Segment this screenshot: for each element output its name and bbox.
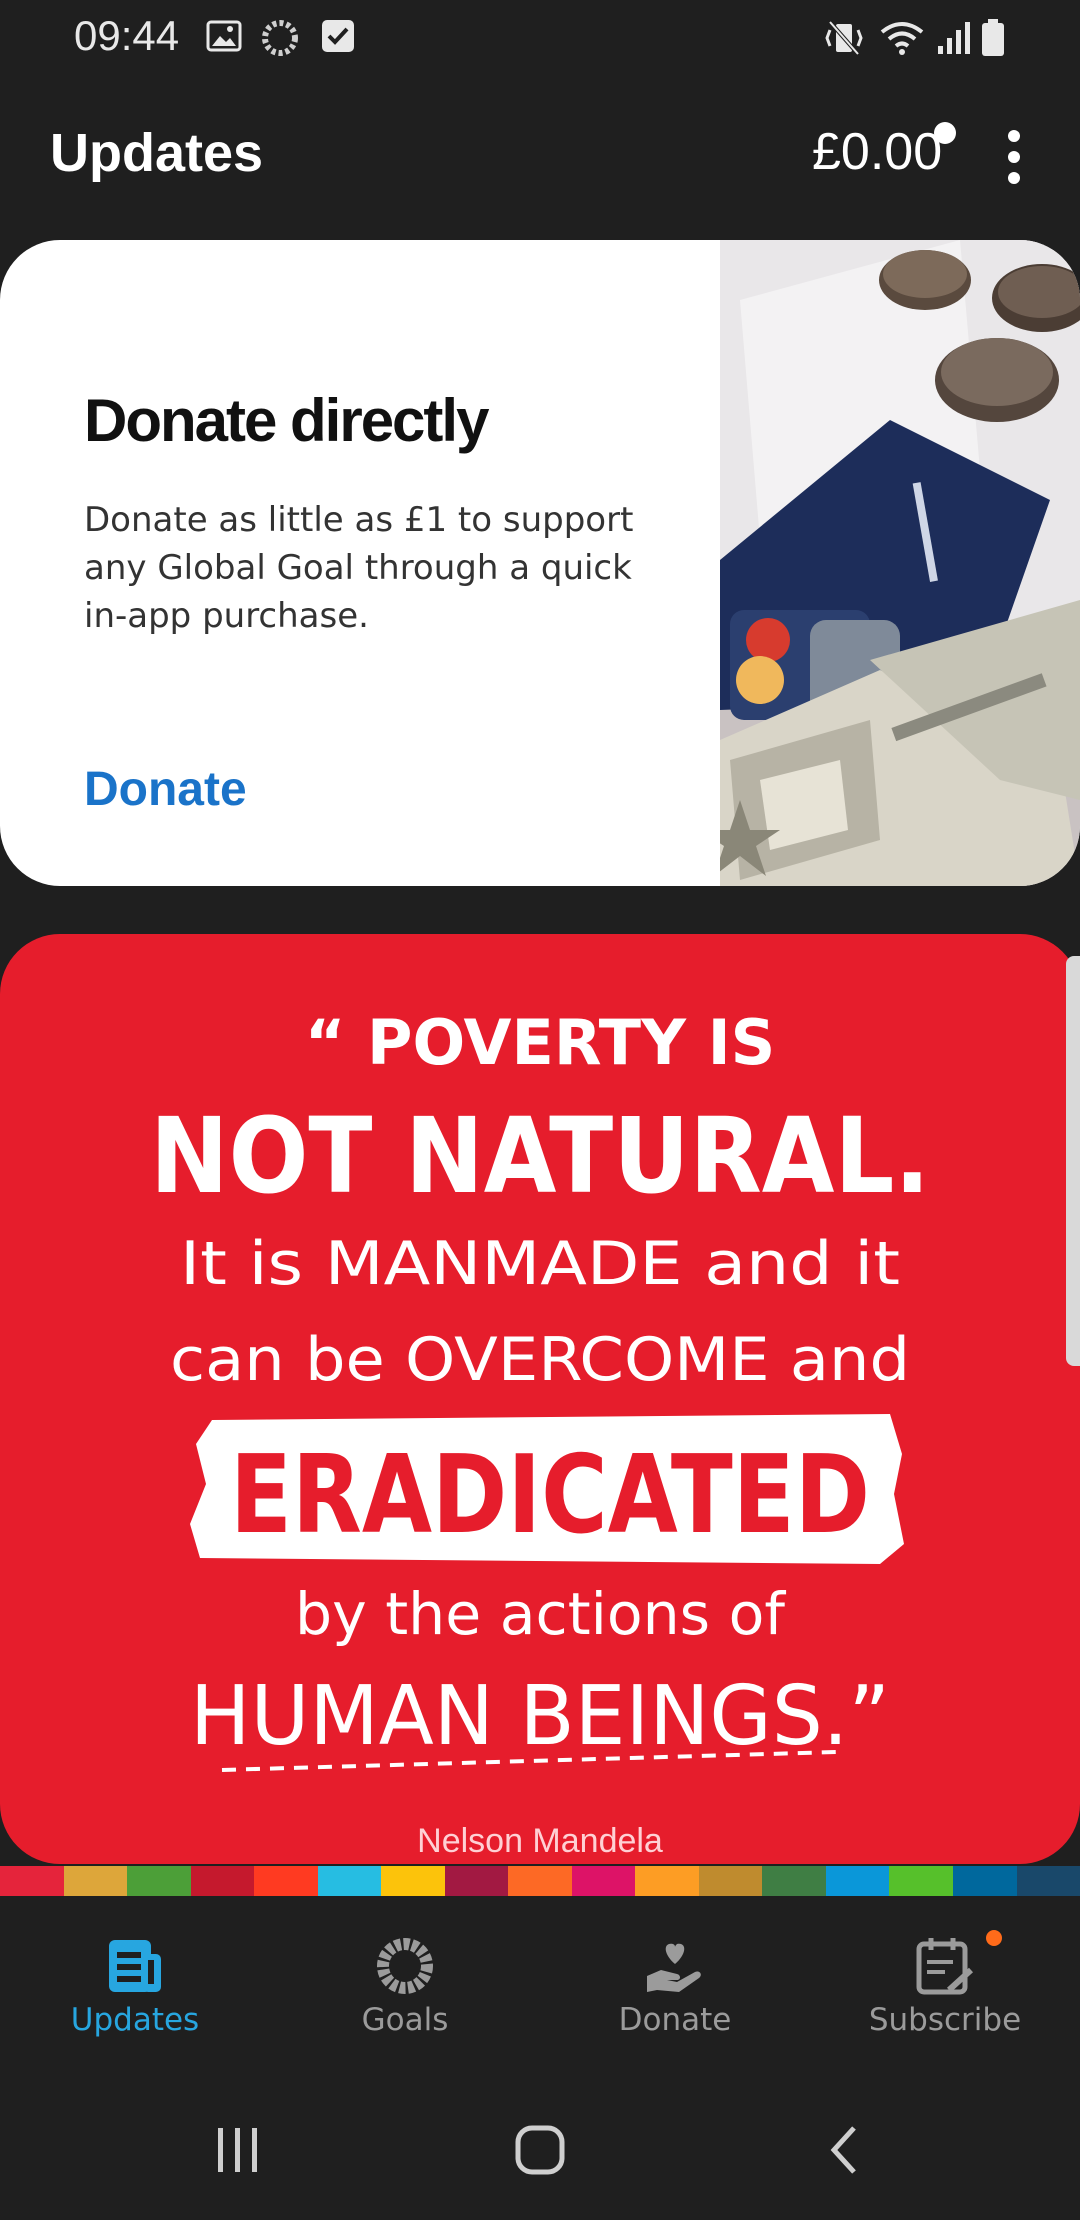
status-time: 09:44 <box>74 12 180 59</box>
quote-line-6: by the actions of <box>295 1580 787 1648</box>
goal-color-segment <box>952 1866 1017 1896</box>
goal-color-segment <box>508 1866 572 1896</box>
goal-color-segment <box>825 1866 890 1896</box>
signal-icon <box>938 22 970 54</box>
money-cards-photo <box>720 240 1080 886</box>
quote-author: Nelson Mandela <box>417 1822 663 1860</box>
balance-amount[interactable]: £0.00 <box>812 122 942 182</box>
bottom-navigation: Updates Goals Donate Subscribe <box>0 1896 1080 2080</box>
goal-color-segment <box>635 1866 699 1896</box>
goal-color-segment <box>317 1866 382 1896</box>
quote-card[interactable]: “ POVERTY IS NOT NATURAL. It is MANMADE … <box>0 934 1080 1864</box>
goal-color-segment <box>1016 1866 1080 1896</box>
quote-line-3: It is MANMADE and it <box>180 1229 900 1299</box>
donate-button[interactable]: Donate <box>84 762 247 817</box>
quote-line-5: ERADICATED <box>230 1433 870 1558</box>
back-icon[interactable] <box>824 2120 864 2180</box>
nav-goals[interactable]: Goals <box>270 1896 540 2080</box>
quote-line-4: can be OVERCOME and <box>170 1325 910 1395</box>
donate-description: Donate as little as £1 to support any Gl… <box>84 500 634 636</box>
nav-subscribe[interactable]: Subscribe <box>810 1896 1080 2080</box>
quote-graphic: “ POVERTY IS NOT NATURAL. It is MANMADE … <box>150 1006 930 1772</box>
goal-color-segment <box>698 1866 763 1896</box>
subscribe-badge <box>986 1930 1002 1946</box>
quote-line-7: HUMAN BEINGS.” <box>190 1669 890 1764</box>
nav-updates[interactable]: Updates <box>0 1896 270 2080</box>
wifi-icon <box>880 22 924 55</box>
goal-color-segment <box>254 1866 318 1896</box>
nav-subscribe-label: Subscribe <box>868 2002 1022 2038</box>
goal-color-segment <box>889 1866 953 1896</box>
goal-color-segment <box>762 1866 826 1896</box>
page-title: Updates <box>50 123 264 183</box>
donate-card[interactable]: Donate directly Donate as little as £1 t… <box>0 240 1080 886</box>
donate-heading: Donate directly <box>84 387 489 454</box>
more-vertical-icon[interactable] <box>996 130 1032 184</box>
checkbox-icon <box>322 20 354 52</box>
goals-ring-icon <box>377 1938 433 1994</box>
quote-line-1: “ POVERTY IS <box>305 1006 776 1079</box>
nav-goals-label: Goals <box>361 2002 449 2038</box>
news-icon <box>109 1940 161 1992</box>
goal-color-segment <box>0 1866 64 1896</box>
goal-color-segment <box>444 1866 509 1896</box>
goal-color-segment <box>571 1866 636 1896</box>
nav-updates-label: Updates <box>70 2002 200 2038</box>
balance-indicator <box>934 122 956 144</box>
home-icon[interactable] <box>512 2120 572 2180</box>
nav-donate-label: Donate <box>618 2002 732 2038</box>
heart-hand-icon <box>647 1943 701 1992</box>
sync-ring-icon <box>262 20 298 56</box>
goal-color-segment <box>190 1866 255 1896</box>
image-icon <box>206 20 242 52</box>
scrollbar-handle[interactable] <box>1066 956 1080 1366</box>
goals-color-stripe <box>0 1866 1080 1896</box>
goal-color-segment <box>381 1866 445 1896</box>
quote-line-2: NOT NATURAL. <box>150 1095 930 1217</box>
vibrate-icon <box>825 20 863 56</box>
recents-icon[interactable] <box>214 2120 262 2180</box>
app-bar: Updates £0.00 <box>0 100 1080 212</box>
goal-color-segment <box>127 1866 191 1896</box>
nav-donate[interactable]: Donate <box>540 1896 810 2080</box>
battery-icon <box>982 19 1004 56</box>
status-bar: 09:44 <box>0 0 1080 80</box>
donate-card-content: Donate directly Donate as little as £1 t… <box>0 240 720 886</box>
goal-color-segment <box>63 1866 128 1896</box>
calendar-edit-icon <box>916 1938 974 1995</box>
system-navigation-bar <box>0 2080 1080 2220</box>
